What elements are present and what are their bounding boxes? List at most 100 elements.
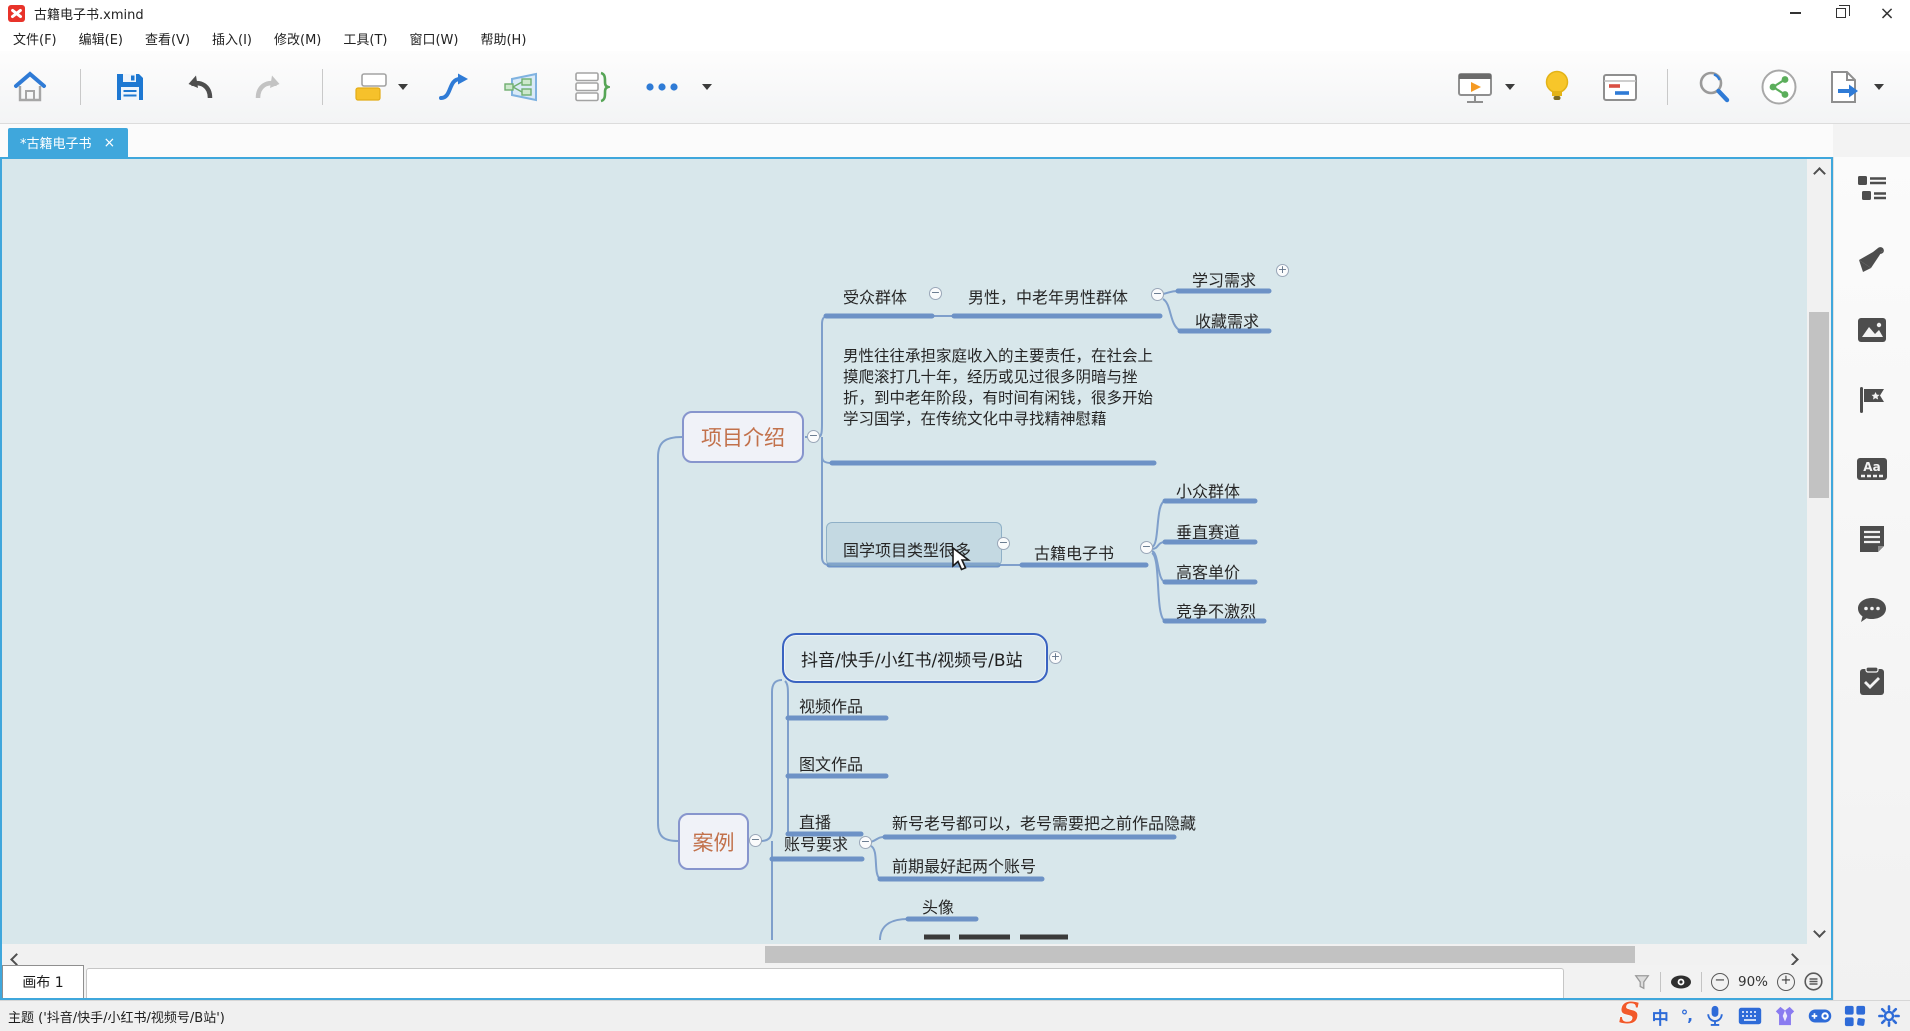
right-sidebar: Aa xyxy=(1833,157,1910,1000)
task-clipboard-icon[interactable] xyxy=(1859,666,1885,696)
collapse-toggle[interactable]: − xyxy=(1140,541,1153,554)
status-bar: 主题 ('抖音/快手/小红书/视频号/B站') S 中 °, xyxy=(0,1000,1910,1031)
scroll-down-button[interactable] xyxy=(1807,921,1831,940)
undo-icon xyxy=(182,72,216,102)
collapse-toggle[interactable]: − xyxy=(859,836,872,849)
close-button[interactable]: × xyxy=(1864,0,1910,26)
search-button[interactable] xyxy=(1696,69,1732,105)
ime-settings-gear-icon[interactable] xyxy=(1878,1005,1900,1027)
topic-image-text-works[interactable]: 图文作品 xyxy=(799,751,863,775)
voice-input-icon[interactable] xyxy=(1704,1004,1726,1028)
export-button[interactable] xyxy=(1826,70,1862,104)
expand-toggle[interactable]: + xyxy=(1049,651,1062,664)
timeline-icon xyxy=(1601,71,1639,103)
ime-punctuation-mode[interactable]: °, xyxy=(1681,1007,1692,1025)
topic-vertical-track[interactable]: 垂直赛道 xyxy=(1176,519,1240,543)
boundary-icon xyxy=(502,71,540,103)
topic-audience-note[interactable]: 男性往往承担家庭收入的主要责任，在社会上摸爬滚打几十年，经历或见过很多阴暗与挫折… xyxy=(843,346,1161,430)
menu-window[interactable]: 窗口(W) xyxy=(398,26,469,51)
zoom-out-button[interactable]: − xyxy=(1711,973,1729,991)
sticker-font-icon[interactable]: Aa xyxy=(1856,457,1888,481)
menu-modify[interactable]: 修改(M) xyxy=(263,26,332,51)
topic-avatar[interactable]: 头像 xyxy=(922,894,954,918)
export-dropdown[interactable] xyxy=(1874,84,1884,90)
tab-guji-ebook[interactable]: *古籍电子书 × xyxy=(8,128,128,157)
menu-insert[interactable]: 插入(I) xyxy=(201,26,263,51)
home-button[interactable] xyxy=(12,71,48,103)
sogou-ime-logo-icon[interactable]: S xyxy=(1619,1000,1640,1026)
ime-language-mode[interactable]: 中 xyxy=(1652,1004,1669,1029)
collapse-toggle[interactable]: − xyxy=(749,834,762,847)
collapse-toggle[interactable]: − xyxy=(1151,288,1164,301)
collapse-toggle[interactable]: − xyxy=(997,537,1010,550)
save-button[interactable] xyxy=(114,71,146,103)
topic-audience-group[interactable]: 受众群体 xyxy=(843,284,907,308)
topic-low-competition[interactable]: 竞争不激烈 xyxy=(1176,598,1256,622)
expand-toggle[interactable]: + xyxy=(1276,264,1289,277)
new-topic-button[interactable] xyxy=(353,71,389,103)
collapse-toggle[interactable]: − xyxy=(929,287,942,300)
sheet-tab-canvas-1[interactable]: 画布 1 xyxy=(2,965,84,998)
topic-male-group[interactable]: 男性，中老年男性群体 xyxy=(968,284,1128,308)
topic-account-note-2[interactable]: 前期最好起两个账号 xyxy=(892,853,1036,877)
topic-case[interactable]: 案例 xyxy=(678,813,749,870)
topic-high-price[interactable]: 高客单价 xyxy=(1176,559,1240,583)
topic-collection-need[interactable]: 收藏需求 xyxy=(1195,308,1259,332)
mindmap-canvas[interactable]: 项目介绍 案例 受众群体 男性，中老年男性群体 学习需求 收藏需求 男性往往承担… xyxy=(2,159,1831,944)
vertical-scrollbar[interactable] xyxy=(1807,159,1831,944)
image-icon[interactable] xyxy=(1857,317,1887,343)
menu-view[interactable]: 查看(V) xyxy=(134,26,201,51)
undo-button[interactable] xyxy=(182,72,216,102)
ime-skin-icon[interactable] xyxy=(1774,1005,1796,1027)
horizontal-scrollbar[interactable] xyxy=(2,944,1831,965)
zoom-in-button[interactable]: + xyxy=(1777,973,1795,991)
relationship-button[interactable] xyxy=(436,71,472,103)
filter-icon[interactable] xyxy=(1633,973,1651,991)
tab-close-icon[interactable]: × xyxy=(104,136,116,150)
horizontal-scroll-thumb[interactable] xyxy=(765,946,1635,963)
scroll-up-button[interactable] xyxy=(1807,161,1831,182)
minimize-button[interactable] xyxy=(1772,0,1818,26)
tab-label: *古籍电子书 xyxy=(20,133,92,152)
fit-view-button[interactable] xyxy=(1804,972,1823,991)
apps-grid-icon[interactable] xyxy=(1844,1005,1866,1027)
outline-structure-icon[interactable] xyxy=(1857,175,1887,203)
new-topic-dropdown[interactable] xyxy=(398,84,408,90)
eye-icon[interactable] xyxy=(1670,974,1692,990)
topic-platforms-selected[interactable]: 抖音/快手/小红书/视频号/B站 xyxy=(782,633,1048,683)
timeline-button[interactable] xyxy=(1601,71,1639,103)
redo-button[interactable] xyxy=(252,72,286,102)
more-tools-button[interactable] xyxy=(644,81,680,93)
topic-account-note-1[interactable]: 新号老号都可以，老号需要把之前作品隐藏 xyxy=(892,810,1196,834)
topic-livestream[interactable]: 直播 xyxy=(799,809,831,833)
topic-guoxue-types[interactable]: 国学项目类型很多 xyxy=(843,537,971,561)
restore-button[interactable] xyxy=(1818,0,1864,26)
marker-flag-icon[interactable] xyxy=(1858,386,1886,414)
vertical-scroll-thumb[interactable] xyxy=(1809,312,1829,498)
topic-learning-need[interactable]: 学习需求 xyxy=(1192,267,1256,291)
presentation-dropdown[interactable] xyxy=(1505,84,1515,90)
menu-help[interactable]: 帮助(H) xyxy=(469,26,537,51)
boundary-button[interactable] xyxy=(502,71,540,103)
virtual-keyboard-icon[interactable] xyxy=(1738,1007,1762,1025)
topic-video-works[interactable]: 视频作品 xyxy=(799,693,863,717)
notes-icon[interactable] xyxy=(1858,524,1886,554)
ime-toolbox-icon[interactable] xyxy=(1808,1007,1832,1025)
menu-edit[interactable]: 编辑(E) xyxy=(68,26,134,51)
lightbulb-button[interactable] xyxy=(1543,70,1571,104)
format-brush-icon[interactable] xyxy=(1857,246,1887,274)
title-bar: 古籍电子书.xmind × xyxy=(0,0,1910,26)
summary-button[interactable] xyxy=(572,71,610,103)
menu-file[interactable]: 文件(F) xyxy=(2,26,68,51)
topic-account-requirements[interactable]: 账号要求 xyxy=(784,831,848,855)
menu-tools[interactable]: 工具(T) xyxy=(332,26,398,51)
relationship-icon xyxy=(436,71,472,103)
presentation-button[interactable] xyxy=(1455,70,1495,104)
more-tools-dropdown[interactable] xyxy=(702,84,712,90)
comments-icon[interactable] xyxy=(1857,597,1887,623)
share-button[interactable] xyxy=(1760,68,1798,106)
topic-niche-group[interactable]: 小众群体 xyxy=(1176,478,1240,502)
collapse-toggle[interactable]: − xyxy=(807,430,820,443)
topic-project-intro[interactable]: 项目介绍 xyxy=(682,411,804,463)
topic-guji-ebook[interactable]: 古籍电子书 xyxy=(1034,540,1114,564)
